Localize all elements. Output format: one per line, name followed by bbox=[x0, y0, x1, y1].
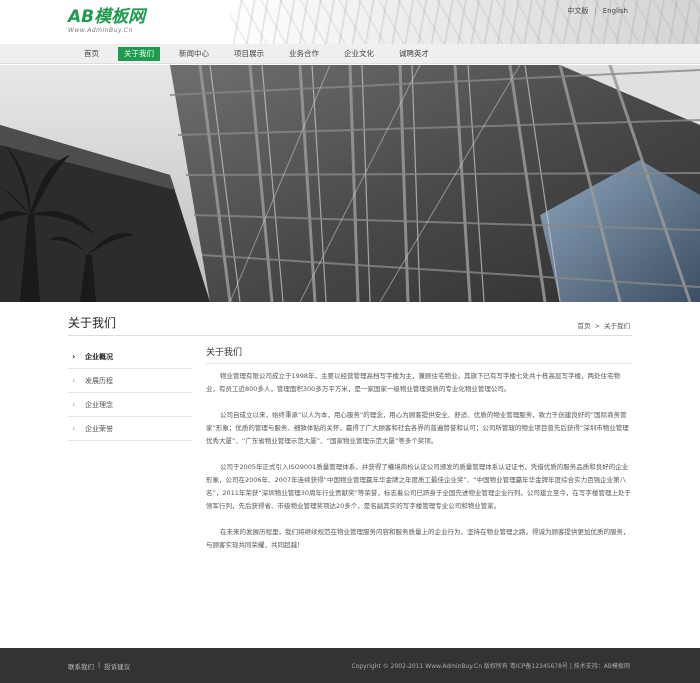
page-header: 关于我们 首页 > 关于我们 bbox=[68, 312, 632, 336]
chevron-right-icon: › bbox=[72, 376, 76, 385]
content-paragraph: 公司自成立以来，始终秉承“以人为本，用心服务”的理念，用心为顾客提供安全、舒适、… bbox=[206, 411, 629, 445]
sidebar-item-label: 企业概况 bbox=[85, 352, 113, 361]
main-content: 关于我们 物业管理有限公司成立于1998年，主要以经营管理高档写字楼为主，兼顾住… bbox=[206, 345, 632, 565]
sidebar-item-label: 企业理念 bbox=[85, 400, 113, 409]
nav-item-cooperation[interactable]: 业务合作 bbox=[283, 47, 325, 61]
lang-chinese-link[interactable]: 中文版 bbox=[567, 6, 588, 16]
nav-item-culture[interactable]: 企业文化 bbox=[338, 47, 380, 61]
content-paragraph: 公司于2005年正式引入ISO9001质量管理体系，并获得了權境商检认证公司颁发… bbox=[206, 463, 631, 510]
content-paragraph: 在未来的发展历程里，我们将继续规范在物业管理服务内容和服务质量上的企业行为，坚持… bbox=[206, 528, 630, 549]
footer-contact-link[interactable]: 联系我们 bbox=[68, 661, 94, 671]
chevron-right-icon: › bbox=[72, 400, 76, 409]
footer-link-separator: | bbox=[98, 661, 101, 669]
language-switcher: 中文版 | English bbox=[567, 6, 628, 16]
sidebar-item-honors[interactable]: › 企业荣誉 bbox=[68, 417, 192, 441]
nav-item-projects[interactable]: 项目展示 bbox=[228, 47, 270, 61]
content-paragraph: 物业管理有限公司成立于1998年，主要以经营管理高档写字楼为主，兼顾住宅物业，其… bbox=[206, 372, 621, 393]
logo-text: AB模板网 bbox=[68, 7, 146, 27]
content-title: 关于我们 bbox=[206, 345, 632, 364]
main-nav: 首页 关于我们 新闻中心 项目展示 业务合作 企业文化 诚聘英才 bbox=[0, 44, 700, 64]
footer-links: 联系我们 | 投诉建议 bbox=[68, 661, 130, 671]
sidebar-item-history[interactable]: › 发展历程 bbox=[68, 369, 192, 393]
page-title: 关于我们 bbox=[68, 316, 117, 330]
breadcrumb-separator: > bbox=[594, 322, 600, 330]
sidebar-item-philosophy[interactable]: › 企业理念 bbox=[68, 393, 192, 417]
breadcrumb-home-link[interactable]: 首页 bbox=[578, 322, 591, 330]
sidebar-item-label: 发展历程 bbox=[85, 376, 113, 385]
sidebar-item-label: 企业荣誉 bbox=[85, 424, 113, 433]
nav-item-careers[interactable]: 诚聘英才 bbox=[393, 47, 435, 61]
lang-english-link[interactable]: English bbox=[603, 7, 628, 15]
breadcrumb-current: 关于我们 bbox=[604, 322, 630, 330]
nav-list: 首页 关于我们 新闻中心 项目展示 业务合作 企业文化 诚聘英才 bbox=[78, 44, 448, 64]
footer-feedback-link[interactable]: 投诉建议 bbox=[104, 661, 130, 671]
site-logo[interactable]: AB模板网 Www.AdminBuy.Cn bbox=[68, 8, 145, 34]
chevron-right-icon: › bbox=[72, 424, 76, 433]
logo-subtitle: Www.AdminBuy.Cn bbox=[68, 27, 133, 34]
sidebar-item-overview[interactable]: › 企业概况 bbox=[68, 345, 192, 369]
building-facade-illustration bbox=[0, 65, 700, 302]
footer-copyright: Copyright © 2002-2011 Www.AdminBuy.Cn 版权… bbox=[351, 663, 630, 670]
lang-separator: | bbox=[594, 7, 597, 15]
sidebar: › 企业概况 › 发展历程 › 企业理念 › 企业荣誉 bbox=[68, 345, 192, 441]
chevron-right-icon: › bbox=[72, 352, 76, 361]
site-header: AB模板网 Www.AdminBuy.Cn 中文版 | English bbox=[0, 0, 700, 45]
nav-item-home[interactable]: 首页 bbox=[78, 47, 105, 61]
site-footer: 联系我们 | 投诉建议 Copyright © 2002-2011 Www.Ad… bbox=[0, 648, 700, 683]
nav-item-about[interactable]: 关于我们 bbox=[118, 47, 160, 61]
breadcrumb: 首页 > 关于我们 bbox=[576, 320, 632, 330]
hero-banner-image bbox=[0, 65, 700, 302]
nav-item-news[interactable]: 新闻中心 bbox=[173, 47, 215, 61]
header-background bbox=[230, 0, 700, 45]
